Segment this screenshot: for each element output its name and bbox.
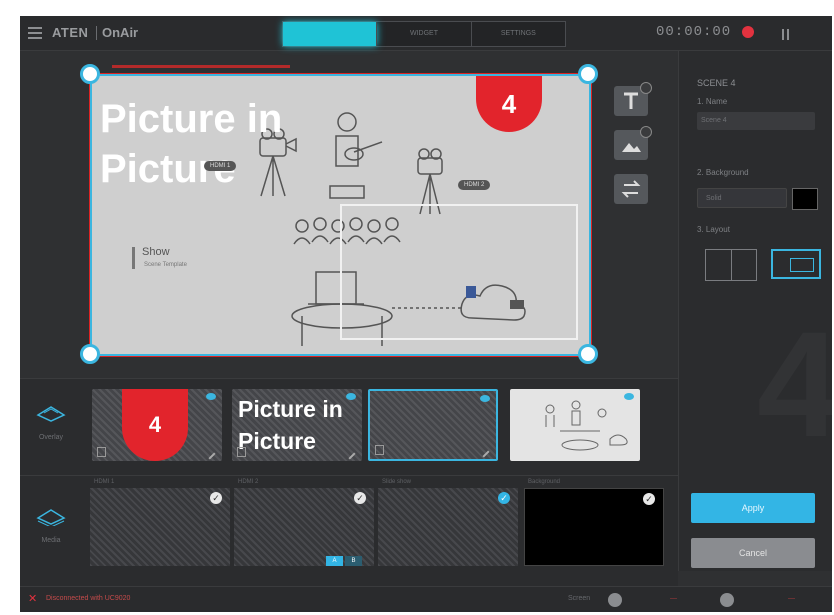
tab-settings[interactable]: SETTINGS <box>472 22 565 46</box>
media-section: Media <box>34 506 68 544</box>
overlay-thumb-badge-number: 4 <box>122 389 188 461</box>
overlay-thumb-text-content: Picture in Picture <box>238 393 343 457</box>
resize-handle-bottom-left[interactable] <box>80 344 100 364</box>
overlay-row: Overlay 4 Picture in Picture <box>20 378 678 475</box>
layout-pip[interactable] <box>771 249 821 279</box>
screen-option-icon[interactable] <box>720 593 734 607</box>
panel-title: SCENE 4 <box>697 78 736 88</box>
check-icon-selected[interactable]: ✓ <box>498 492 510 504</box>
delete-icon[interactable] <box>237 447 246 457</box>
add-image-button[interactable] <box>614 126 652 160</box>
illustration-thumb <box>545 400 628 451</box>
media-title-2: HDMI 2 <box>238 479 259 485</box>
pip-title-line1: Picture in <box>100 97 283 141</box>
status-bar: ✕ Disconnected with UC9020 Screen — — <box>20 586 832 612</box>
media-title-3: Slide show <box>382 479 412 485</box>
logo-divider <box>96 26 97 40</box>
background-label: 2. Background <box>697 168 749 177</box>
overlay-thumb-text-line1: Picture in <box>238 396 343 422</box>
media-row: Media HDMI 1 ✓ HDMI 2 ✓ AB Slide show ✓ … <box>20 475 678 586</box>
show-marker <box>132 247 135 269</box>
visibility-icon[interactable] <box>480 395 490 402</box>
scene-name-field[interactable]: Scene 4 <box>697 112 815 130</box>
source-toggle[interactable]: AB <box>326 549 364 566</box>
pip-title: Picture in Picture <box>100 94 282 194</box>
resize-handle-top-left[interactable] <box>80 64 100 84</box>
pip-window[interactable] <box>340 204 578 340</box>
media-thumb-hdmi1[interactable]: ✓ <box>90 488 230 566</box>
camera-1-label: HDMI 1 <box>204 161 237 171</box>
overlay-thumb-text[interactable]: Picture in Picture <box>232 389 362 461</box>
source-b[interactable]: B <box>345 556 362 566</box>
camera-2-label: HDMI 2 <box>458 180 491 190</box>
pause-icon[interactable] <box>782 27 792 40</box>
name-label: 1. Name <box>697 97 728 106</box>
brand-logo: ATEN <box>52 25 89 40</box>
record-timer: 00:00:00 <box>656 24 732 40</box>
overlay-icon <box>36 406 66 422</box>
show-sublabel: Scene Template <box>144 262 187 268</box>
menu-icon[interactable] <box>28 27 42 39</box>
resize-handle-top-right[interactable] <box>578 64 598 84</box>
pip-title-line2: Picture <box>100 147 236 191</box>
app-name: OnAir <box>102 25 139 40</box>
add-image-plus-icon <box>640 126 652 138</box>
mode-tabs: WIDGET SETTINGS <box>282 21 566 47</box>
media-thumb-slideshow[interactable]: ✓ <box>378 488 518 566</box>
media-icon <box>36 509 66 528</box>
check-icon[interactable]: ✓ <box>643 493 655 505</box>
source-a[interactable]: A <box>326 556 343 566</box>
connection-status: Disconnected with UC9020 <box>46 595 131 602</box>
record-icon[interactable] <box>742 26 754 38</box>
media-title-1: HDMI 1 <box>94 479 115 485</box>
resize-handle-bottom-right[interactable] <box>578 344 598 364</box>
layout-label: 3. Layout <box>697 225 730 234</box>
show-label: Show <box>142 246 170 258</box>
visibility-icon[interactable] <box>624 393 634 400</box>
edit-icon[interactable] <box>348 452 356 460</box>
preview-title-bar <box>112 65 290 68</box>
visibility-icon[interactable] <box>206 393 216 400</box>
edit-icon[interactable] <box>482 450 490 458</box>
scene-preview[interactable]: Picture in Picture HDMI 1 HDMI 2 Show Sc… <box>89 73 592 357</box>
scene-settings-panel: 4 SCENE 4 1. Name Scene 4 2. Background … <box>678 51 832 571</box>
media-thumb-background[interactable]: ✓ <box>524 488 664 566</box>
status-indicator-2: — <box>788 595 795 602</box>
screen-toggle-icon[interactable] <box>608 593 622 607</box>
tab-widget[interactable]: WIDGET <box>377 22 472 46</box>
scene-watermark-number: 4 <box>757 300 832 468</box>
cancel-button[interactable]: Cancel <box>691 538 815 568</box>
edit-icon[interactable] <box>208 452 216 460</box>
add-text-button[interactable] <box>614 82 652 116</box>
disconnected-icon: ✕ <box>28 593 38 605</box>
check-icon[interactable]: ✓ <box>354 492 366 504</box>
overlay-label: Overlay <box>38 434 64 441</box>
apply-button[interactable]: Apply <box>691 493 815 523</box>
layout-side-by-side[interactable] <box>705 249 757 281</box>
app-window: ATEN OnAir WIDGET SETTINGS 00:00:00 Pict… <box>20 16 832 612</box>
status-indicator-1: — <box>670 595 677 602</box>
media-title-4: Background <box>528 479 561 485</box>
swap-button[interactable] <box>614 174 648 204</box>
delete-icon[interactable] <box>97 447 106 457</box>
overlay-thumb-text-line2: Picture <box>238 428 316 454</box>
overlay-tools <box>614 82 652 218</box>
add-text-plus-icon <box>640 82 652 94</box>
background-color-swatch[interactable] <box>792 188 818 210</box>
overlay-thumb-badge[interactable]: 4 <box>92 389 222 461</box>
media-thumb-hdmi2[interactable]: ✓ AB <box>234 488 374 566</box>
overlay-thumb-illustration[interactable] <box>510 389 640 461</box>
screen-label: Screen <box>568 595 591 602</box>
tab-scene[interactable] <box>283 22 378 46</box>
overlay-section: Overlay <box>34 403 68 441</box>
media-label: Media <box>41 537 61 544</box>
visibility-icon[interactable] <box>346 393 356 400</box>
swap-icon <box>621 180 641 198</box>
top-bar: ATEN OnAir WIDGET SETTINGS 00:00:00 <box>20 16 832 51</box>
background-select[interactable]: Solid <box>697 188 787 208</box>
overlay-thumb-pip-frame[interactable] <box>368 389 498 461</box>
delete-icon[interactable] <box>375 445 384 455</box>
check-icon[interactable]: ✓ <box>210 492 222 504</box>
